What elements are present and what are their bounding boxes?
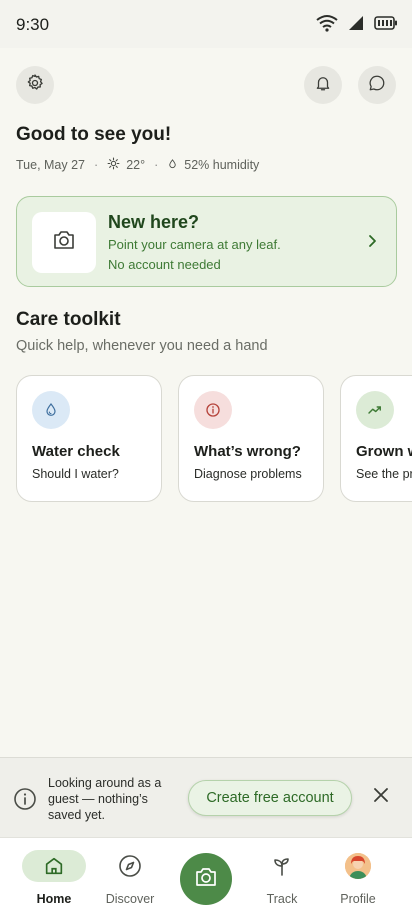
water-check-subtitle: Should I water?: [32, 467, 119, 481]
growth-subtitle: See the pr: [356, 467, 412, 481]
bottom-navigation: Home Discover Track Profile: [0, 837, 412, 917]
whats-wrong-subtitle: Diagnose problems: [194, 467, 302, 481]
info-icon: [13, 787, 37, 816]
profile-avatar-wrap: [323, 850, 393, 882]
create-account-button[interactable]: Create free account: [188, 780, 352, 816]
temperature-text: 22°: [126, 158, 146, 172]
messages-button[interactable]: [358, 66, 396, 104]
sprout-icon: [247, 850, 317, 882]
chevron-right-icon: [368, 234, 378, 253]
nav-profile-label: Profile: [340, 892, 376, 906]
water-drop-icon: [32, 391, 70, 429]
growth-title: Grown w: [356, 443, 412, 460]
sun-icon: [107, 157, 126, 173]
camera-icon: [52, 229, 76, 256]
camera-tile: [32, 212, 96, 273]
new-here-card[interactable]: New here? Point your camera at any leaf.…: [16, 196, 397, 287]
humidity-drop-icon: [167, 158, 184, 173]
info-icon: [194, 391, 232, 429]
status-bar: 9:30: [0, 0, 412, 48]
settings-button[interactable]: [16, 66, 54, 104]
close-icon: [373, 787, 389, 808]
greeting-heading: Good to see you!: [16, 124, 172, 145]
camera-scan-button[interactable]: [180, 853, 232, 905]
bell-icon: [314, 74, 332, 97]
signal-icon: [348, 15, 364, 36]
new-here-title: New here?: [108, 212, 200, 232]
home-icon: [22, 850, 86, 882]
avatar: [345, 853, 371, 879]
guest-message: Looking around as a guest — nothing’s sa…: [48, 776, 162, 822]
nav-profile[interactable]: Profile: [323, 850, 393, 906]
date-text: Tue, May 27: [16, 158, 86, 172]
wifi-icon: [316, 14, 338, 37]
home-screen: 9:30 Good to see you! Tue, May 27 · 22° …: [0, 0, 412, 917]
trending-up-icon: [356, 391, 394, 429]
nav-discover[interactable]: Discover: [95, 850, 165, 906]
nav-home[interactable]: Home: [19, 850, 89, 906]
water-check-title: Water check: [32, 443, 120, 460]
dismiss-banner-button[interactable]: [370, 786, 392, 808]
toolkit-subtitle: Quick help, whenever you need a hand: [16, 338, 268, 354]
new-here-line1: Point your camera at any leaf.: [108, 237, 281, 252]
nav-track-label: Track: [266, 892, 298, 906]
notifications-button[interactable]: [304, 66, 342, 104]
new-here-line2: No account needed: [108, 257, 221, 272]
separator-dot: ·: [154, 158, 159, 172]
gear-icon: [25, 73, 45, 98]
compass-icon: [95, 850, 165, 882]
nav-track[interactable]: Track: [247, 850, 317, 906]
growth-card[interactable]: Grown w See the pr: [340, 375, 412, 502]
humidity-text: 52% humidity: [184, 158, 260, 172]
nav-home-label: Home: [36, 892, 72, 906]
status-icons: [316, 14, 398, 37]
water-check-card[interactable]: Water check Should I water?: [16, 375, 162, 502]
toolkit-title: Care toolkit: [16, 309, 121, 330]
camera-icon: [194, 866, 218, 893]
whats-wrong-title: What’s wrong?: [194, 443, 301, 460]
weather-row: Tue, May 27 · 22° · 52% humidity: [16, 157, 259, 173]
chat-bubble-icon: [368, 74, 386, 97]
separator-dot: ·: [94, 158, 99, 172]
whats-wrong-card[interactable]: What’s wrong? Diagnose problems: [178, 375, 324, 502]
status-time: 9:30: [16, 15, 50, 34]
nav-discover-label: Discover: [105, 892, 155, 906]
guest-banner: Looking around as a guest — nothing’s sa…: [0, 757, 412, 837]
battery-icon: [374, 16, 398, 35]
